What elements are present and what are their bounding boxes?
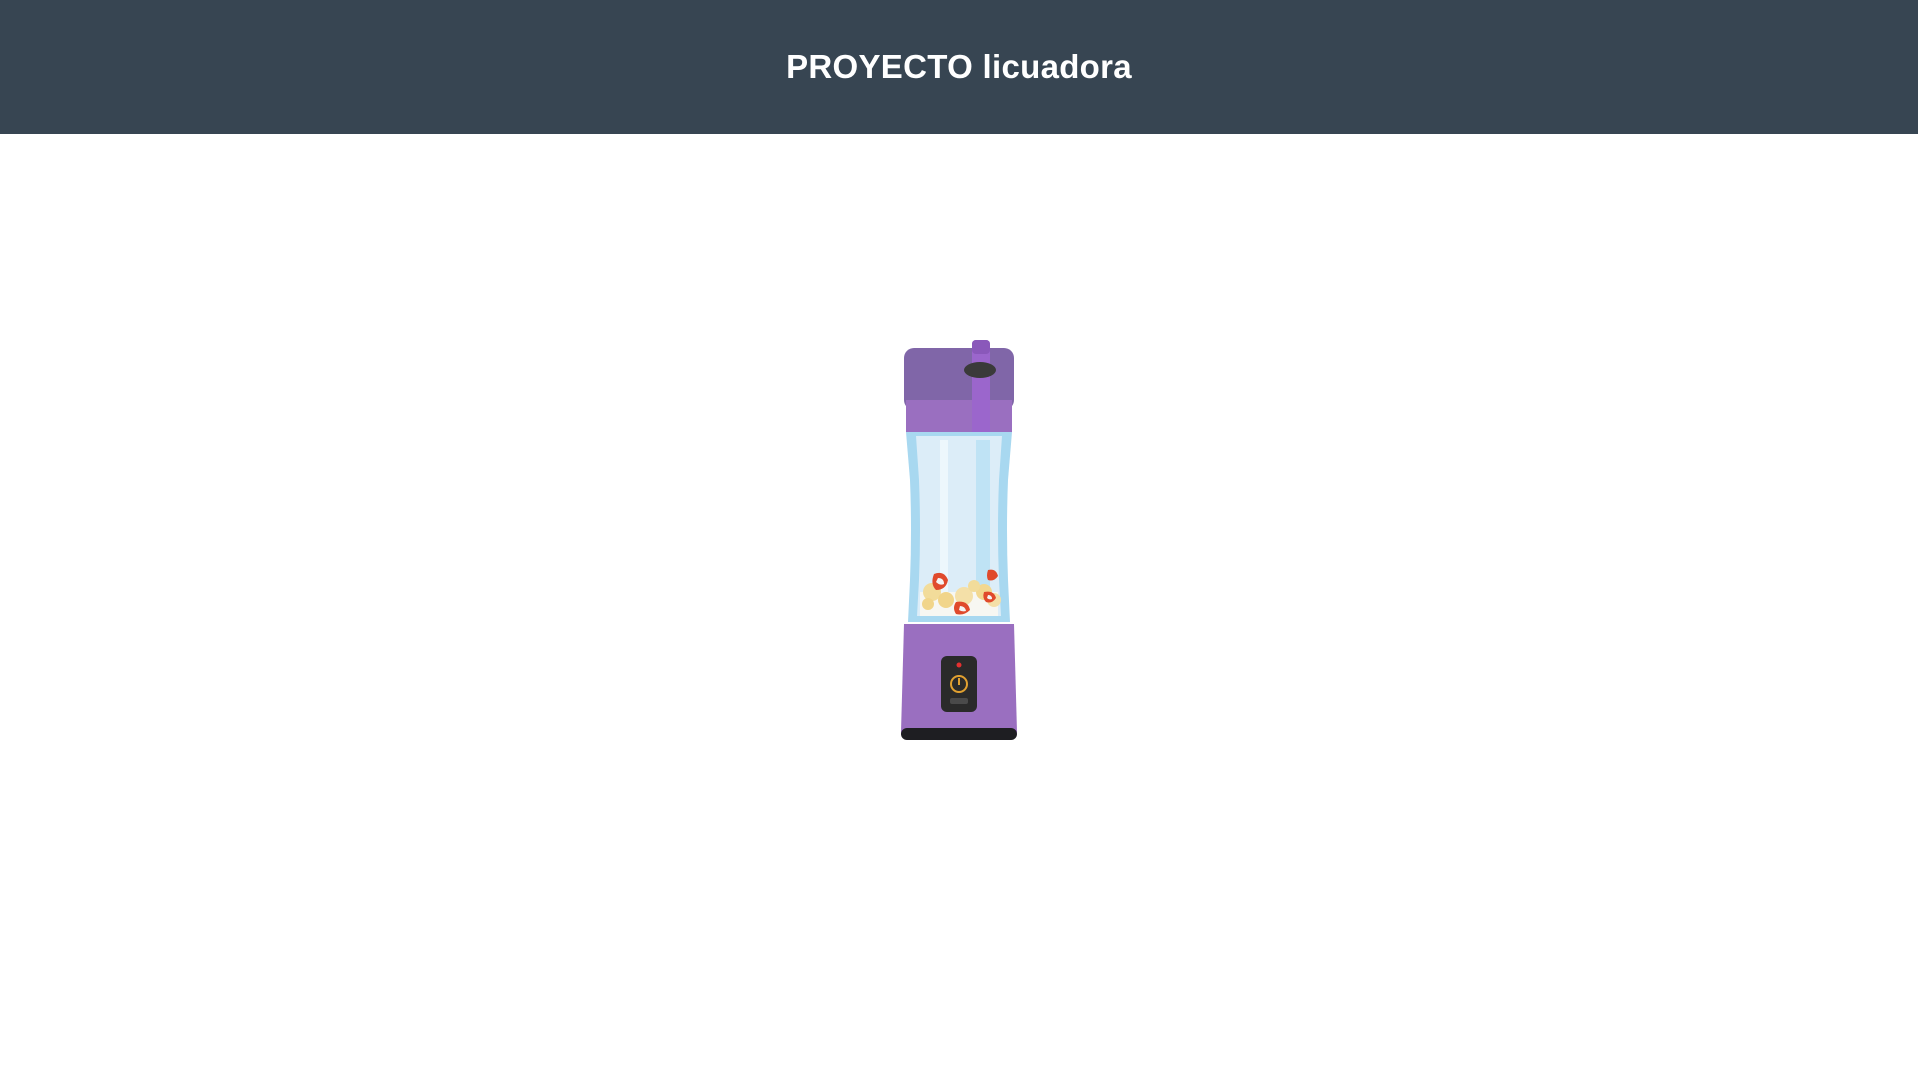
blender-strap-top	[972, 340, 990, 354]
app-header: PROYECTO licuadora	[0, 0, 1918, 134]
page-title: PROYECTO licuadora	[786, 48, 1132, 85]
blender-base-foot	[901, 728, 1017, 740]
lid-button[interactable]	[964, 362, 996, 378]
blender-lid-band	[906, 400, 1012, 432]
control-panel-slot	[950, 698, 968, 704]
blender[interactable]	[880, 330, 1030, 750]
indicator-led	[956, 662, 962, 668]
blender-illustration	[901, 340, 1017, 740]
